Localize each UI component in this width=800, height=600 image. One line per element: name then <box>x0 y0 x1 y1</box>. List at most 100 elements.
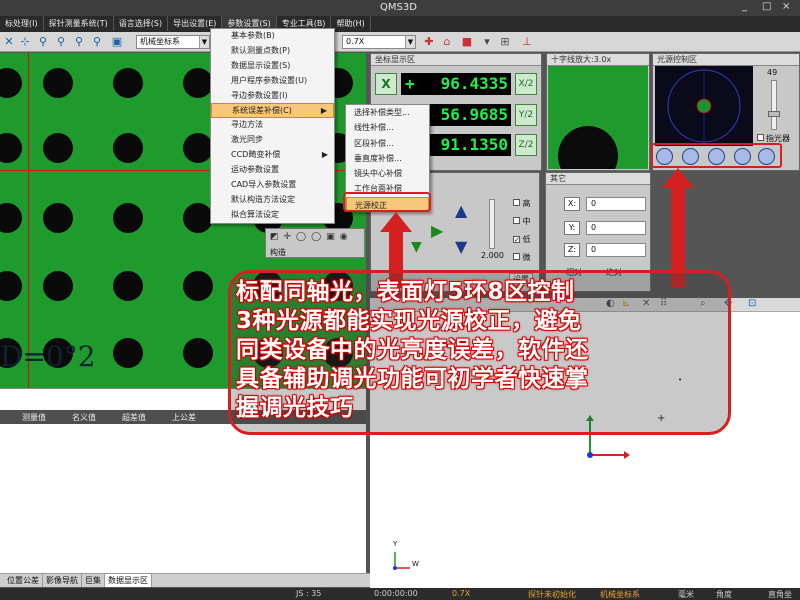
z-half-button[interactable]: Z/2 <box>515 134 537 156</box>
x-offset-field[interactable]: 0 <box>586 197 646 211</box>
menu-default-points[interactable]: 默认测量点数(P) <box>211 44 334 59</box>
dropdown-arrow-icon[interactable]: ▾ <box>480 35 494 49</box>
menu-basic-params[interactable]: 基本参数(B) <box>211 29 334 44</box>
annotation-line: 3种光源都能实现光源校正，避免 <box>236 308 582 334</box>
crosshair-vertical-line <box>28 53 29 388</box>
laser-icon[interactable]: ✚ <box>422 35 436 49</box>
speed-micro[interactable]: 微 <box>513 249 531 267</box>
hole <box>113 203 143 233</box>
menu-system-error-comp[interactable]: 系统误差补偿(C) ▶ <box>211 103 334 119</box>
hole <box>113 133 143 163</box>
speed-low[interactable]: ✓ 低 <box>513 231 531 249</box>
hole <box>183 271 213 301</box>
menu-fit-algorithm[interactable]: 拟合算法设定 <box>211 208 334 223</box>
hole <box>113 68 143 98</box>
submenu-linear[interactable]: 线性补偿... <box>346 120 429 135</box>
down-arrow-button[interactable]: ▼ <box>455 237 467 256</box>
menu-data-display[interactable]: 数据显示设置(S) <box>211 59 334 74</box>
maximize-button[interactable]: □ <box>762 1 771 12</box>
construct-tools-icon[interactable]: ◩✛◯◯▣◉ <box>270 232 353 242</box>
tab-image-nav[interactable]: 影像导航 <box>43 574 82 587</box>
probe-icon-4[interactable]: ⚲ <box>90 35 104 49</box>
menu-item-probe[interactable]: 探针测量系统(T) <box>44 16 114 31</box>
play-button[interactable]: ▶ <box>431 221 443 240</box>
close-x-icon[interactable]: ✕ <box>2 35 16 49</box>
speed-slider[interactable] <box>489 199 495 249</box>
z-label: Z: <box>564 243 580 257</box>
minimize-button[interactable]: _ <box>742 1 747 12</box>
menu-ccd-distortion[interactable]: CCD畸变补偿 ▶ <box>211 148 334 163</box>
tab-macro[interactable]: 巨集 <box>82 574 105 587</box>
z-offset-field[interactable]: 0 <box>586 243 646 257</box>
menu-edge-params[interactable]: 寻边参数设置(I) <box>211 89 334 104</box>
x-axis-zero-button[interactable]: X <box>375 73 397 95</box>
home-icon[interactable]: ⌂ <box>440 35 454 49</box>
y-half-button[interactable]: Y/2 <box>515 104 537 126</box>
crosshair-icon[interactable]: ⊞ <box>498 35 512 49</box>
light-ring-view[interactable] <box>655 66 753 146</box>
speed-high[interactable]: 高 <box>513 195 531 213</box>
submenu-arrow-icon: ▶ <box>321 150 328 160</box>
light-slider-thumb[interactable] <box>768 111 780 117</box>
menu-item-language[interactable]: 语言选择(S) <box>114 16 169 31</box>
zoom-select[interactable]: 0.7X ▼ <box>342 35 416 49</box>
crosshair-zoom-title: 十字线放大:3.0x <box>547 54 649 66</box>
speed-options: 高 中 ✓ 低 微 <box>513 195 531 267</box>
fit-icon[interactable]: ⊡ <box>748 298 756 309</box>
menu-laser-sync[interactable]: 激光同步 <box>211 133 334 148</box>
hole <box>0 68 22 98</box>
probe-icon-2[interactable]: ⚲ <box>54 35 68 49</box>
light-slider-track[interactable] <box>768 80 780 130</box>
bottom-tabs: 位置公差 影像导航 巨集 数据显示区 <box>0 573 370 587</box>
down-green-arrow[interactable]: ▼ <box>411 239 422 255</box>
construct-label: 构造 <box>270 248 286 257</box>
align-icon[interactable]: ⊹ <box>18 35 32 49</box>
submenu-segment[interactable]: 区段补偿... <box>346 136 429 151</box>
up-arrow-button[interactable]: ▲ <box>455 201 467 220</box>
hole <box>43 68 73 98</box>
probe-icon-3[interactable]: ⚲ <box>72 35 86 49</box>
close-button[interactable]: × <box>782 1 790 12</box>
status-zoom: 0.7X <box>452 589 471 598</box>
tab-data-display[interactable]: 数据显示区 <box>105 574 152 587</box>
submenu-select-type[interactable]: 选择补偿类型... <box>346 105 429 120</box>
menu-ccd-label: CCD畸变补偿 <box>231 150 281 160</box>
col-measured: 测量值 <box>22 413 46 422</box>
axis-icon[interactable]: ⊥ <box>520 35 534 49</box>
window-title: QMS3D <box>380 2 417 13</box>
save-icon[interactable]: ▣ <box>110 35 124 49</box>
coord-system-select[interactable]: 机械坐标系 ▼ <box>136 35 210 49</box>
x-readout: +96.4335 <box>401 73 511 95</box>
menu-user-program[interactable]: 用户程序参数设置(U) <box>211 74 334 89</box>
submenu-lens-center[interactable]: 镜头中心补偿 <box>346 166 429 181</box>
color-icon[interactable]: ■ <box>460 35 474 49</box>
menu-motion-params[interactable]: 运动参数设置 <box>211 163 334 178</box>
y-offset-field[interactable]: 0 <box>586 221 646 235</box>
mini-axis-gizmo <box>393 552 410 570</box>
submenu-perpendicular[interactable]: 垂直度补偿... <box>346 151 429 166</box>
status-bar: JS : 35 0:00:00:00 0.7X 探针未初始化 机械坐标系 毫米 … <box>0 588 800 600</box>
light-ring-diagram <box>667 69 741 143</box>
light-calibration-highlight <box>343 192 431 212</box>
menu-cad-import[interactable]: CAD导入参数设置 <box>211 178 334 193</box>
probe-icon-1[interactable]: ⚲ <box>36 35 50 49</box>
pointer-checkbox[interactable] <box>757 134 764 141</box>
menu-default-construct[interactable]: 默认构造方法设定 <box>211 193 334 208</box>
plus-sign: + <box>405 74 415 93</box>
speed-mid[interactable]: 中 <box>513 213 531 231</box>
title-bar: QMS3D _ □ × <box>0 0 800 16</box>
menu-edge-method[interactable]: 寻边方法 <box>211 118 334 133</box>
col-out-of-tol: 超差值 <box>122 413 146 422</box>
x-half-button[interactable]: X/2 <box>515 73 537 95</box>
hole <box>43 133 73 163</box>
tab-position-tolerance[interactable]: 位置公差 <box>4 574 43 587</box>
x-value: 96.4335 <box>440 74 508 93</box>
camera-overlay-text: D=0°2 <box>0 340 96 373</box>
hole <box>183 68 213 98</box>
hole <box>0 203 22 233</box>
light-buttons-highlight <box>651 143 782 168</box>
hole <box>113 338 143 368</box>
menu-item-help[interactable]: 帮助(H) <box>331 16 371 31</box>
status-time: 0:00:00:00 <box>374 589 418 598</box>
menu-item-image-process[interactable]: 标处理(I) <box>0 16 44 31</box>
